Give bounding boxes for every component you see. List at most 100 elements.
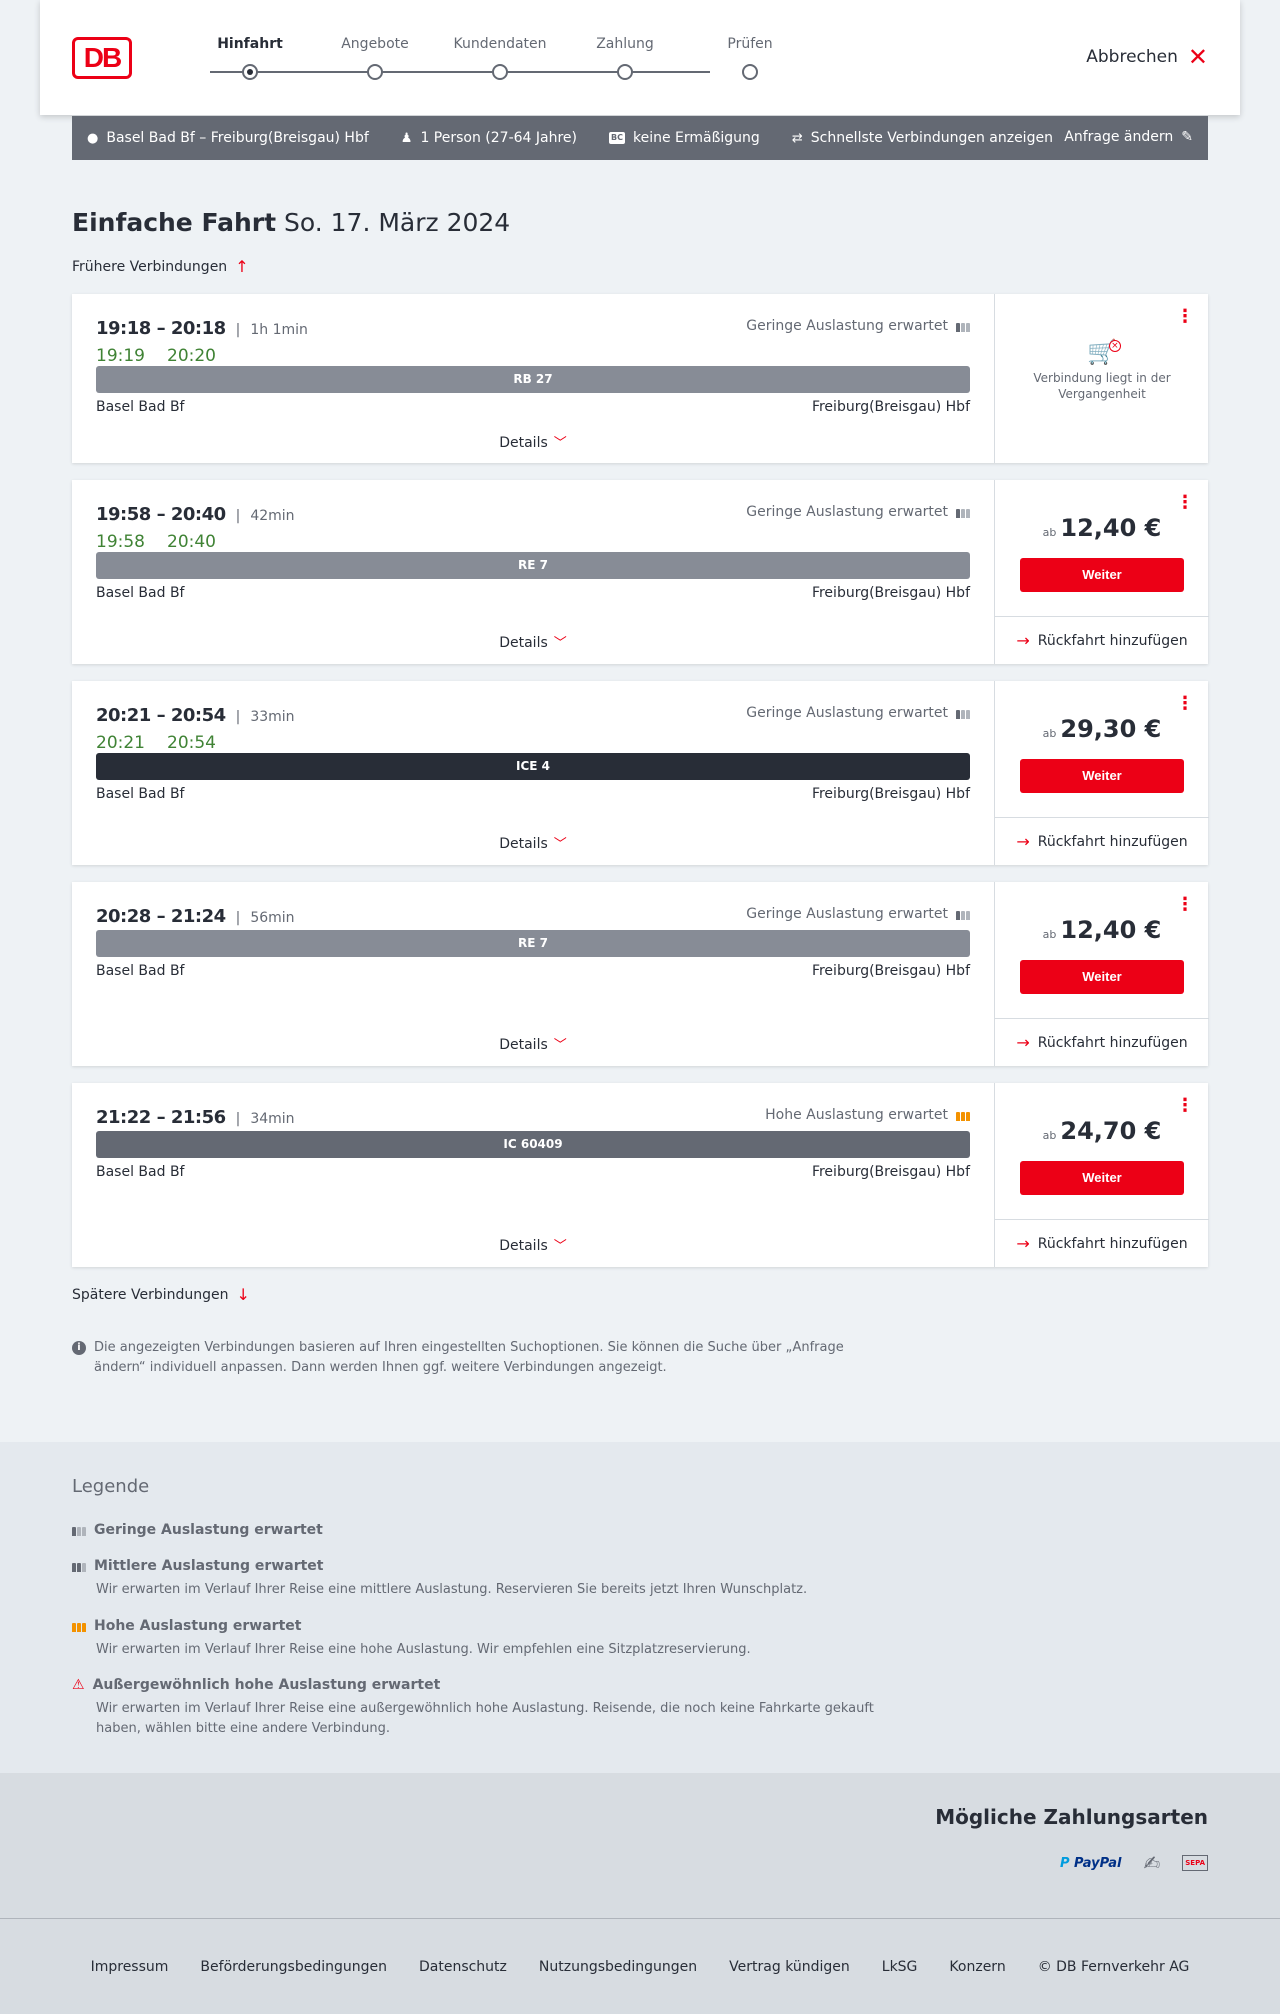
- footer-link-vertrag-kuendigen[interactable]: Vertrag kündigen: [729, 1959, 850, 1975]
- occupancy: Geringe Auslastung erwartet: [746, 705, 970, 721]
- details-toggle[interactable]: Details ﹀: [72, 632, 994, 651]
- add-return-button[interactable]: → Rückfahrt hinzufügen: [995, 1018, 1209, 1066]
- db-logo[interactable]: DB: [72, 37, 132, 79]
- add-return-button[interactable]: → Rückfahrt hinzufügen: [995, 1219, 1209, 1267]
- payment-methods-section: Mögliche Zahlungsarten P PayPal ✍ SEPA: [0, 1773, 1280, 1918]
- footer-link-nutzungsbedingungen[interactable]: Nutzungsbedingungen: [539, 1959, 697, 1975]
- pencil-icon: ✎: [1181, 129, 1193, 145]
- price-prefix: ab: [1042, 928, 1057, 941]
- offer-panel: ⋮ ab 29,30 € Weiter → Rückfahrt hinzufügen: [994, 681, 1209, 865]
- connection-card[interactable]: 20:21 – 20:54 | 33min 20:21 20:54 Geringe A…: [72, 681, 1209, 865]
- chevron-down-icon: ﹀: [553, 436, 567, 451]
- add-return-button[interactable]: → Rückfahrt hinzufügen: [995, 817, 1209, 865]
- earlier-connections-link[interactable]: Frühere Verbindungen ↑: [72, 257, 249, 276]
- details-label: Details: [499, 635, 548, 651]
- legend-item-title: Hohe Auslastung erwartet: [94, 1618, 302, 1634]
- cancel-button[interactable]: Abbrechen ✕: [1086, 43, 1208, 71]
- stations: Basel Bad Bf Freiburg(Breisgau) Hbf: [96, 963, 970, 979]
- details-toggle[interactable]: Details ﹀: [72, 432, 994, 451]
- stations: Basel Bad Bf Freiburg(Breisgau) Hbf: [96, 1164, 970, 1180]
- train-bar[interactable]: RB 27: [96, 366, 970, 393]
- trip-type: Einfache Fahrt: [72, 208, 277, 237]
- footer-copyright: © DB Fernverkehr AG: [1037, 1958, 1190, 1975]
- continue-button[interactable]: Weiter: [1020, 1161, 1184, 1195]
- chevron-down-icon: ﹀: [553, 837, 567, 852]
- schedule-time: 19:18 – 20:18: [96, 318, 226, 339]
- sepa-icon: SEPA: [1182, 1855, 1208, 1871]
- search-summary-bar: ● Basel Bad Bf – Freiburg(Breisgau) Hbf ♟…: [72, 116, 1208, 160]
- paypal-icon: P PayPal: [1059, 1855, 1122, 1871]
- close-icon: ✕: [1187, 43, 1208, 71]
- details-toggle[interactable]: Details ﹀: [72, 1034, 994, 1053]
- footer-link-befoerderungsbedingungen[interactable]: Beförderungsbedingungen: [200, 1959, 387, 1975]
- connection-times: 21:22 – 21:56 | 34min: [96, 1107, 295, 1128]
- later-connections-link[interactable]: Spätere Verbindungen ↓: [72, 1285, 250, 1304]
- bahncard-icon: BC: [609, 132, 625, 144]
- step-label: Zahlung: [596, 36, 654, 52]
- legend-item-title: Geringe Auslastung erwartet: [94, 1522, 323, 1538]
- to-station: Freiburg(Breisgau) Hbf: [811, 963, 970, 979]
- continue-button[interactable]: Weiter: [1020, 960, 1184, 994]
- train-bar[interactable]: RE 7: [96, 930, 970, 957]
- cart-unavailable-icon: 🛒 ×: [1087, 340, 1121, 364]
- location-pin-icon: ●: [87, 130, 99, 146]
- return-label: Rückfahrt hinzufügen: [1037, 1034, 1188, 1051]
- more-options-icon[interactable]: ⋮: [1176, 896, 1194, 914]
- duration: 1h 1min: [250, 322, 308, 338]
- more-options-icon[interactable]: ⋮: [1176, 308, 1194, 326]
- divider: |: [235, 910, 241, 926]
- price-value: 12,40 €: [1060, 514, 1162, 542]
- from-station: Basel Bad Bf: [96, 399, 185, 415]
- occupancy-high-icon: [956, 1109, 970, 1121]
- step-dot: [367, 64, 383, 80]
- footer-link-impressum[interactable]: Impressum: [91, 1959, 169, 1975]
- person-icon: ♟: [400, 130, 413, 146]
- occupancy-low-icon: [956, 506, 970, 518]
- details-toggle[interactable]: Details ﹀: [72, 833, 994, 852]
- step-dot: [617, 64, 633, 80]
- realtime-departure: 20:21: [96, 733, 145, 753]
- occupancy: Hohe Auslastung erwartet: [765, 1107, 970, 1123]
- x-badge: ×: [1108, 340, 1121, 352]
- legend-item-title: Außergewöhnlich hohe Auslastung erwartet: [92, 1677, 441, 1693]
- later-label: Spätere Verbindungen: [72, 1286, 229, 1303]
- connection-card[interactable]: 20:28 – 21:24 | 56min Geringe Auslastung e…: [72, 882, 1209, 1066]
- offer-panel: ⋮ ab 12,40 € Weiter → Rückfahrt hinzufügen: [994, 480, 1209, 664]
- divider: |: [235, 508, 241, 524]
- step-label: Hinfahrt: [217, 36, 283, 52]
- legend-item-title: Mittlere Auslastung erwartet: [94, 1558, 324, 1574]
- price: ab 12,40 €: [995, 514, 1209, 542]
- legend-item-desc: Wir erwarten im Verlauf Ihrer Reise eine…: [96, 1701, 874, 1736]
- edit-request-button[interactable]: Anfrage ändern ✎: [1064, 129, 1193, 145]
- to-station: Freiburg(Breisgau) Hbf: [811, 399, 970, 415]
- to-station: Freiburg(Breisgau) Hbf: [811, 786, 970, 802]
- realtime: 20:21 20:54: [96, 733, 216, 753]
- duration: 34min: [250, 1111, 295, 1127]
- footer-link-datenschutz[interactable]: Datenschutz: [419, 1959, 507, 1975]
- more-options-icon[interactable]: ⋮: [1176, 494, 1194, 512]
- add-return-button[interactable]: → Rückfahrt hinzufügen: [995, 616, 1209, 664]
- connection-card[interactable]: 19:18 – 20:18 | 1h 1min 19:19 20:20 Geringe…: [72, 294, 1208, 463]
- footer-link-konzern[interactable]: Konzern: [949, 1959, 1005, 1975]
- arrow-right-icon: →: [1016, 1033, 1030, 1052]
- continue-button[interactable]: Weiter: [1020, 759, 1184, 793]
- connection-card[interactable]: 21:22 – 21:56 | 34min Hohe Auslastung erwa…: [72, 1083, 1209, 1267]
- more-options-icon[interactable]: ⋮: [1176, 1097, 1194, 1115]
- occupancy: Geringe Auslastung erwartet: [746, 906, 970, 922]
- duration: 33min: [250, 709, 295, 725]
- price-prefix: ab: [1042, 1129, 1057, 1142]
- summary-passengers: ♟ 1 Person (27-64 Jahre): [401, 130, 577, 146]
- train-bar[interactable]: RE 7: [96, 552, 970, 579]
- continue-button[interactable]: Weiter: [1020, 558, 1184, 592]
- price-prefix: ab: [1042, 727, 1057, 740]
- booking-header: DB Hinfahrt Angebote Kundendaten Zahlung…: [40, 0, 1240, 115]
- connection-times: 19:58 – 20:40 | 42min: [96, 504, 295, 525]
- details-toggle[interactable]: Details ﹀: [72, 1235, 994, 1254]
- more-options-icon[interactable]: ⋮: [1176, 695, 1194, 713]
- train-bar[interactable]: ICE 4: [96, 753, 970, 780]
- connection-card[interactable]: 19:58 – 20:40 | 42min 19:58 20:40 Geringe A…: [72, 480, 1209, 664]
- realtime-arrival: 20:20: [167, 346, 216, 366]
- train-bar[interactable]: IC 60409: [96, 1131, 970, 1158]
- details-label: Details: [499, 1037, 548, 1053]
- footer-link-lksg[interactable]: LkSG: [882, 1959, 918, 1975]
